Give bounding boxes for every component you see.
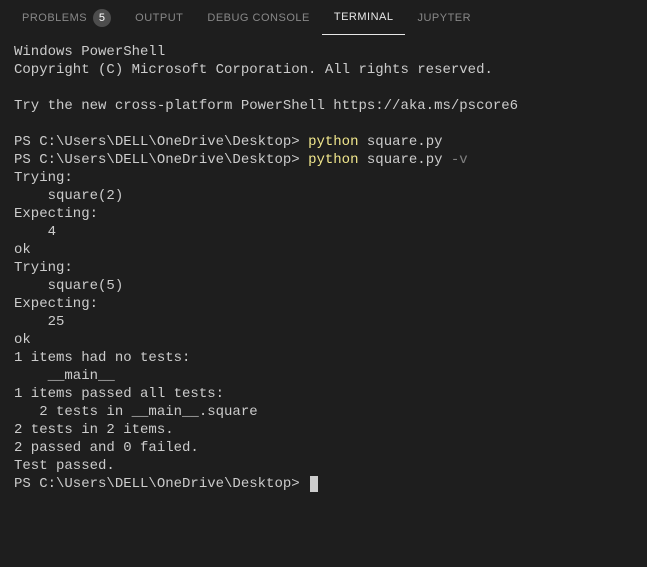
- terminal-line: 2 passed and 0 failed.: [14, 439, 633, 457]
- terminal-line: Try the new cross-platform PowerShell ht…: [14, 97, 633, 115]
- command-name: python: [308, 134, 358, 150]
- prompt: PS C:\Users\DELL\OneDrive\Desktop>: [14, 476, 308, 492]
- blank-line: [14, 79, 633, 97]
- tab-label: OUTPUT: [135, 12, 183, 24]
- terminal-line: square(2): [14, 187, 633, 205]
- tab-terminal[interactable]: TERMINAL: [322, 0, 406, 35]
- command-flag: -v: [443, 152, 468, 168]
- terminal-line: 4: [14, 223, 633, 241]
- tab-label: PROBLEMS: [22, 12, 87, 24]
- command-args: square.py: [358, 152, 442, 168]
- terminal-line: ok: [14, 241, 633, 259]
- command-name: python: [308, 152, 358, 168]
- terminal-line: __main__: [14, 367, 633, 385]
- tab-problems[interactable]: PROBLEMS 5: [10, 0, 123, 35]
- terminal-line: ok: [14, 331, 633, 349]
- terminal-line: Test passed.: [14, 457, 633, 475]
- terminal-line: Trying:: [14, 259, 633, 277]
- blank-line: [14, 115, 633, 133]
- tab-output[interactable]: OUTPUT: [123, 0, 195, 35]
- tab-jupyter[interactable]: JUPYTER: [405, 0, 483, 35]
- terminal-line: 2 tests in __main__.square: [14, 403, 633, 421]
- terminal-command-line: PS C:\Users\DELL\OneDrive\Desktop> pytho…: [14, 133, 633, 151]
- tab-label: DEBUG CONSOLE: [207, 12, 309, 24]
- terminal-line: Copyright (C) Microsoft Corporation. All…: [14, 61, 633, 79]
- terminal-prompt-line: PS C:\Users\DELL\OneDrive\Desktop>: [14, 475, 633, 493]
- terminal-content[interactable]: Windows PowerShell Copyright (C) Microso…: [0, 35, 647, 501]
- terminal-line: Expecting:: [14, 205, 633, 223]
- prompt: PS C:\Users\DELL\OneDrive\Desktop>: [14, 134, 308, 150]
- terminal-line: Windows PowerShell: [14, 43, 633, 61]
- panel-tabs: PROBLEMS 5 OUTPUT DEBUG CONSOLE TERMINAL…: [0, 0, 647, 35]
- terminal-line: 1 items had no tests:: [14, 349, 633, 367]
- terminal-line: 2 tests in 2 items.: [14, 421, 633, 439]
- prompt: PS C:\Users\DELL\OneDrive\Desktop>: [14, 152, 308, 168]
- cursor-icon: [310, 476, 318, 492]
- command-args: square.py: [358, 134, 442, 150]
- tab-label: TERMINAL: [334, 11, 394, 23]
- terminal-line: 25: [14, 313, 633, 331]
- problems-badge: 5: [93, 9, 111, 27]
- terminal-line: Trying:: [14, 169, 633, 187]
- terminal-line: square(5): [14, 277, 633, 295]
- terminal-command-line: PS C:\Users\DELL\OneDrive\Desktop> pytho…: [14, 151, 633, 169]
- terminal-line: Expecting:: [14, 295, 633, 313]
- terminal-line: 1 items passed all tests:: [14, 385, 633, 403]
- tab-debug-console[interactable]: DEBUG CONSOLE: [195, 0, 321, 35]
- tab-label: JUPYTER: [417, 12, 471, 24]
